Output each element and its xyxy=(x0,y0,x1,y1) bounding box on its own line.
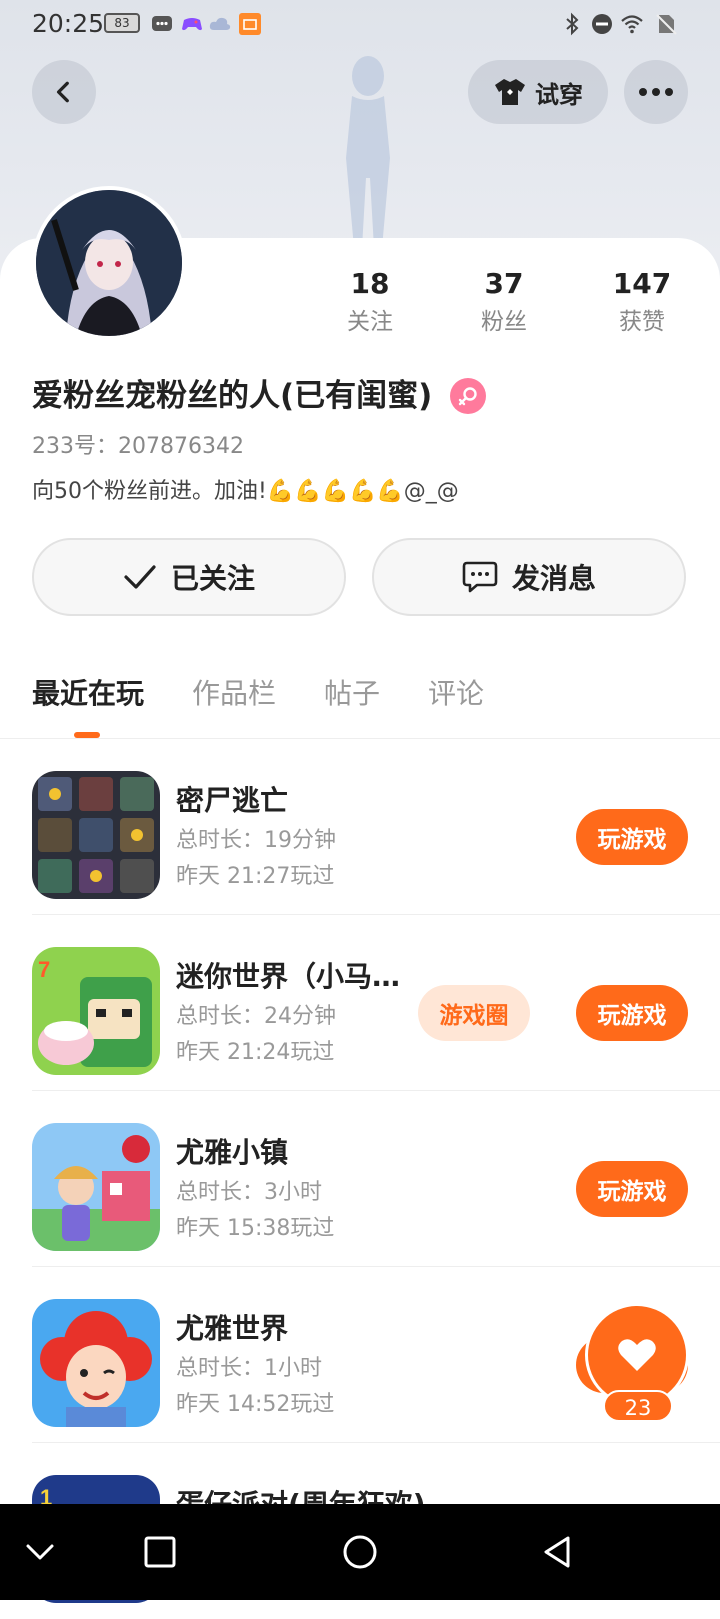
home-icon[interactable] xyxy=(342,1534,378,1570)
like-count-badge: 23 xyxy=(603,1390,673,1422)
bluetooth-icon xyxy=(566,12,579,36)
female-gender-icon xyxy=(450,378,486,414)
back-triangle-icon[interactable] xyxy=(540,1534,576,1570)
heart-icon xyxy=(618,1339,656,1371)
no-sim-icon xyxy=(656,14,677,35)
game-duration: 总时长：1小时 xyxy=(176,1356,322,1381)
fans-label: 粉丝 xyxy=(481,309,527,335)
game-name: 尤雅小镇 xyxy=(176,1136,289,1169)
avatar[interactable] xyxy=(32,186,186,340)
fans-count: 37 xyxy=(484,267,524,300)
following-button[interactable]: 已关注 xyxy=(32,538,346,616)
list-item[interactable]: 7 迷你世界（小马宝… 总时长：24分钟 昨天 21:24玩过 游戏圈 玩游戏 xyxy=(0,915,720,1091)
try-on-button[interactable]: 试穿 xyxy=(468,60,608,124)
game-name: 尤雅世界 xyxy=(176,1312,289,1345)
battery-icon: 83 xyxy=(104,13,140,33)
game-name: 密尸逃亡 xyxy=(176,784,289,817)
more-options-button[interactable] xyxy=(624,60,688,124)
game-duration: 总时长：24分钟 xyxy=(176,1004,336,1029)
following-label: 关注 xyxy=(347,309,393,335)
svg-text:7: 7 xyxy=(38,957,50,982)
app-notification-icon xyxy=(239,13,261,35)
gamepad-notification-icon xyxy=(182,18,202,31)
wifi-icon xyxy=(621,15,643,34)
game-icon-youya-world xyxy=(32,1299,160,1427)
status-bar: 20:25 83 xyxy=(0,0,720,48)
avatar-figure-hologram xyxy=(346,56,390,248)
checkmark-icon xyxy=(124,565,156,589)
tab-recently-played[interactable]: 最近在玩 xyxy=(32,672,144,712)
game-name: 迷你世界（小马宝… xyxy=(176,960,426,993)
more-dots-icon xyxy=(639,88,673,96)
play-game-button[interactable]: 玩游戏 xyxy=(576,985,688,1041)
game-icon-mishi xyxy=(32,771,160,899)
recent-games-list: 密尸逃亡 总时长：19分钟 昨天 21:27玩过 玩游戏 7 迷你世界（小马宝…… xyxy=(0,739,720,1619)
play-game-button[interactable]: 玩游戏 xyxy=(576,1161,688,1217)
system-navigation-bar xyxy=(0,1504,720,1600)
following-button-label: 已关注 xyxy=(170,562,255,595)
status-time: 20:25 xyxy=(32,9,105,38)
send-message-button[interactable]: 发消息 xyxy=(372,538,686,616)
tab-comments[interactable]: 评论 xyxy=(428,672,484,712)
recent-apps-icon[interactable] xyxy=(142,1534,178,1570)
cloud-notification-icon xyxy=(209,17,231,30)
send-message-label: 发消息 xyxy=(511,562,596,595)
username: 爱粉丝宠粉丝的人(已有闺蜜) xyxy=(32,378,433,414)
anime-avatar-image xyxy=(36,190,182,336)
likes-count: 147 xyxy=(612,267,672,300)
chevron-left-icon xyxy=(56,81,69,103)
tab-works[interactable]: 作品栏 xyxy=(192,672,276,712)
game-last-played: 昨天 21:27玩过 xyxy=(176,864,335,889)
game-last-played: 昨天 21:24玩过 xyxy=(176,1040,335,1065)
chat-bubble-icon xyxy=(462,561,498,593)
game-last-played: 昨天 14:52玩过 xyxy=(176,1392,335,1417)
user-id: 233号：207876342 xyxy=(32,434,244,459)
game-last-played: 昨天 15:38玩过 xyxy=(176,1216,335,1241)
play-game-button[interactable]: 玩游戏 xyxy=(576,809,688,865)
game-duration: 总时长：3小时 xyxy=(176,1180,322,1205)
bio-text: 向50个粉丝前进。加油!💪💪💪💪💪@_@ xyxy=(32,479,459,504)
game-icon-youya-town xyxy=(32,1123,160,1251)
list-item[interactable]: 密尸逃亡 总时长：19分钟 昨天 21:27玩过 玩游戏 xyxy=(0,739,720,915)
tab-posts[interactable]: 帖子 xyxy=(324,672,380,712)
do-not-disturb-icon xyxy=(592,14,612,34)
game-icon-mini-world: 7 xyxy=(32,947,160,1075)
likes-label: 获赞 xyxy=(619,309,665,335)
following-stat[interactable]: 18 关注 xyxy=(310,266,430,338)
back-button[interactable] xyxy=(32,60,96,124)
tshirt-icon xyxy=(495,79,525,105)
chevron-down-icon[interactable] xyxy=(22,1534,58,1570)
try-on-label: 试穿 xyxy=(535,80,583,109)
list-item[interactable]: 尤雅小镇 总时长：3小时 昨天 15:38玩过 玩游戏 xyxy=(0,1091,720,1267)
likes-stat[interactable]: 147 获赞 xyxy=(582,266,702,338)
following-count: 18 xyxy=(350,267,390,300)
fans-stat[interactable]: 37 粉丝 xyxy=(444,266,564,338)
game-circle-button[interactable]: 游戏圈 xyxy=(418,985,530,1041)
game-duration: 总时长：19分钟 xyxy=(176,828,336,853)
message-notification-icon xyxy=(152,16,172,31)
